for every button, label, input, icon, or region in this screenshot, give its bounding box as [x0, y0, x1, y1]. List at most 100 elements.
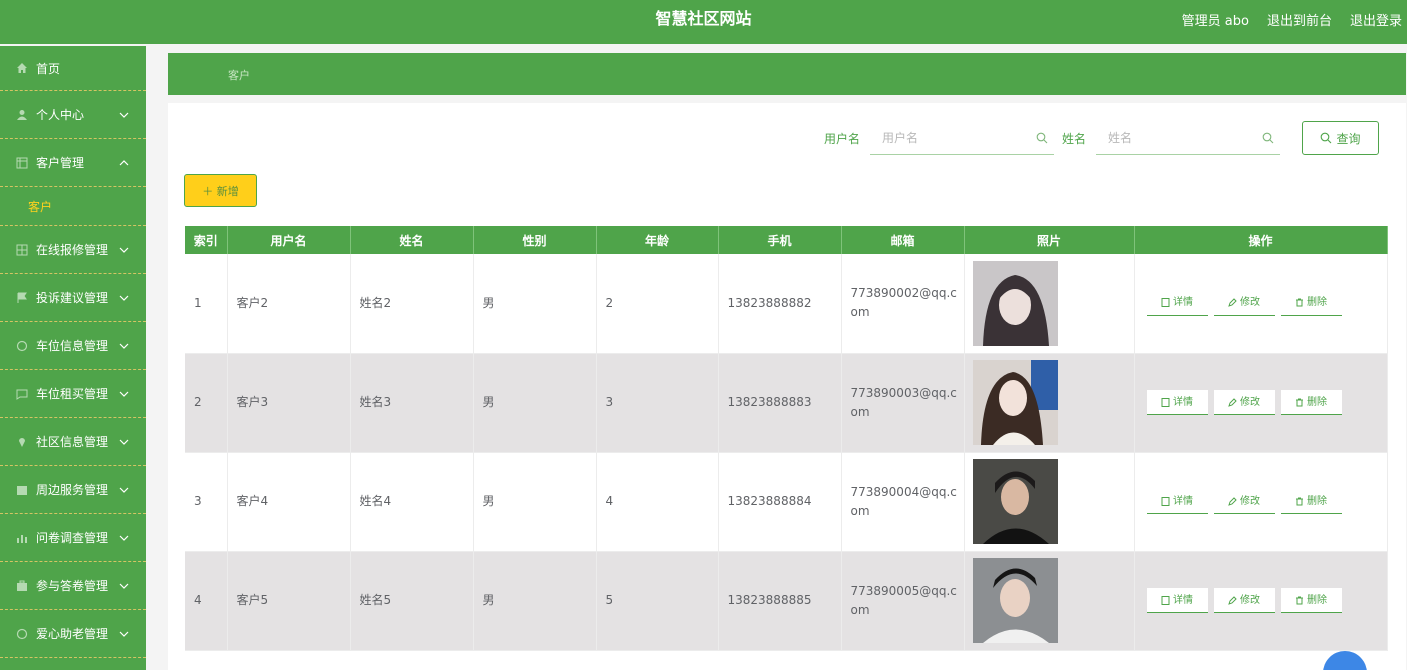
document-icon: [1161, 397, 1170, 407]
cell-username: 客户2: [227, 254, 351, 354]
cell-username: 客户3: [227, 353, 351, 453]
sidebar-subitem-customer[interactable]: 客户: [0, 187, 146, 226]
pin-icon: [16, 436, 28, 448]
cell-email: 773890004@qq.c​om: [841, 452, 965, 552]
sidebar-item-complaint-management[interactable]: 投诉建议管理: [0, 274, 146, 322]
sidebar-item-label: 车位租买管理: [36, 387, 109, 401]
edit-button[interactable]: 修改: [1213, 588, 1275, 613]
sidebar-item-label: 车位信息管理: [36, 339, 109, 353]
delete-button[interactable]: 删除: [1280, 290, 1342, 316]
detail-label: 详情: [1173, 297, 1193, 309]
delete-label: 删除: [1307, 594, 1327, 606]
document-icon: [1161, 298, 1170, 308]
name-search-field: [1096, 121, 1280, 155]
column-header: 索引: [185, 226, 228, 254]
edit-button[interactable]: 修改: [1213, 390, 1275, 415]
logout-link[interactable]: 退出登录: [1350, 10, 1402, 29]
sidebar-item-repair-management[interactable]: 在线报修管理: [0, 226, 146, 274]
customer-photo[interactable]: [972, 558, 1058, 643]
add-button[interactable]: ＋ 新增: [184, 174, 257, 207]
sidebar-item-label: 客户管理: [36, 156, 85, 170]
column-header: 用户名: [227, 226, 351, 254]
table-row: 3 客户4 姓名4 男 4 13823888884 773890004@qq.c…: [185, 452, 1388, 552]
cell-actions: 详情 修改 删除: [1134, 353, 1388, 453]
sidebar-item-label: 社区信息管理: [36, 435, 109, 449]
document-icon: [1161, 595, 1170, 605]
detail-button[interactable]: 详情: [1146, 290, 1208, 316]
sidebar-item-parking-info[interactable]: 车位信息管理: [0, 322, 146, 370]
sidebar-item-label: 首页: [36, 61, 61, 76]
sidebar-item-label: 周边服务管理: [36, 483, 109, 497]
briefcase-icon: [16, 580, 28, 592]
detail-button[interactable]: 详情: [1146, 390, 1208, 415]
cell-phone: 13823888884: [718, 452, 842, 552]
sidebar-item-label: 投诉建议管理: [36, 291, 109, 305]
delete-button[interactable]: 删除: [1280, 588, 1342, 613]
grid-icon: [16, 244, 28, 256]
sidebar-item-elderly-care[interactable]: 爱心助老管理: [0, 610, 146, 658]
table-header-row: 索引 用户名 姓名 性别 年龄 手机 邮箱 照片 操作: [185, 226, 1388, 254]
detail-button[interactable]: 详情: [1146, 489, 1208, 514]
cell-gender: 男: [473, 551, 597, 651]
username-input[interactable]: [869, 121, 1054, 154]
cell-age: 2: [596, 254, 719, 354]
search-icon: [1262, 132, 1274, 144]
customer-photo[interactable]: [972, 260, 1058, 346]
cell-phone: 13823888883: [718, 353, 842, 453]
cell-gender: 男: [473, 452, 597, 552]
cell-username: 客户4: [227, 452, 351, 552]
cell-index: 4: [185, 551, 228, 651]
chevron-up-icon: [119, 159, 129, 165]
top-header: 智慧社区网站 管理员 abo 退出到前台 退出登录: [0, 0, 1407, 44]
query-button[interactable]: 查询: [1302, 121, 1379, 155]
sidebar-item-profile[interactable]: 个人中心: [0, 91, 146, 139]
sidebar-item-community-info[interactable]: 社区信息管理: [0, 418, 146, 466]
sidebar-item-home[interactable]: 首页: [0, 46, 146, 91]
trash-icon: [1296, 497, 1303, 505]
cell-username: 客户5: [227, 551, 351, 651]
chevron-down-icon: [119, 583, 129, 589]
cell-phone: 13823888882: [718, 254, 842, 354]
chevron-down-icon: [119, 247, 129, 253]
cell-email: 773890003@qq.c​om: [841, 353, 965, 453]
trash-icon: [1296, 298, 1303, 307]
chevron-down-icon: [119, 439, 129, 445]
search-icon: [1321, 132, 1332, 144]
sidebar-item-answer[interactable]: 参与答卷管理: [0, 562, 146, 610]
table-row: 2 客户3 姓名3 男 3 13823888883 773890003@qq.c…: [185, 353, 1388, 453]
name-label: 姓名: [1061, 131, 1086, 146]
tag-icon: [16, 388, 28, 400]
pencil-icon: [1228, 298, 1237, 308]
main-content: 用户名 姓名 查询 ＋ 新增 索引 用户名 姓名 性别 年龄 手机: [168, 103, 1406, 670]
sidebar-item-customer-management[interactable]: 客户管理: [0, 139, 146, 187]
sidebar-item-survey[interactable]: 问卷调查管理: [0, 514, 146, 562]
edit-button[interactable]: 修改: [1213, 489, 1275, 514]
username-search-field: [869, 121, 1054, 155]
cell-name: 姓名3: [350, 353, 474, 453]
exit-to-front-link[interactable]: 退出到前台: [1267, 10, 1332, 29]
cell-index: 1: [185, 254, 228, 354]
pencil-icon: [1228, 496, 1237, 506]
cell-gender: 男: [473, 254, 597, 354]
column-header: 操作: [1134, 226, 1388, 254]
name-input[interactable]: [1096, 121, 1280, 154]
cell-photo: [964, 452, 1135, 552]
sidebar-item-nearby-service[interactable]: 周边服务管理: [0, 466, 146, 514]
sidebar-item-parking-rent[interactable]: 车位租买管理: [0, 370, 146, 418]
breadcrumb-current: 客户: [228, 69, 250, 82]
chevron-down-icon: [119, 112, 129, 118]
cell-phone: 13823888885: [718, 551, 842, 651]
sidebar-item-label: 个人中心: [36, 108, 85, 122]
query-button-label: 查询: [1336, 131, 1361, 146]
cell-age: 5: [596, 551, 719, 651]
delete-label: 删除: [1307, 297, 1327, 309]
customer-photo[interactable]: [972, 360, 1058, 445]
edit-button[interactable]: 修改: [1213, 290, 1275, 316]
header-actions: 管理员 abo 退出到前台 退出登录: [1182, 0, 1402, 38]
search-icon: [1036, 132, 1048, 144]
detail-button[interactable]: 详情: [1146, 588, 1208, 613]
delete-button[interactable]: 删除: [1280, 390, 1342, 415]
customer-photo[interactable]: [972, 459, 1058, 544]
edit-label: 修改: [1240, 396, 1260, 408]
delete-button[interactable]: 删除: [1280, 489, 1342, 514]
